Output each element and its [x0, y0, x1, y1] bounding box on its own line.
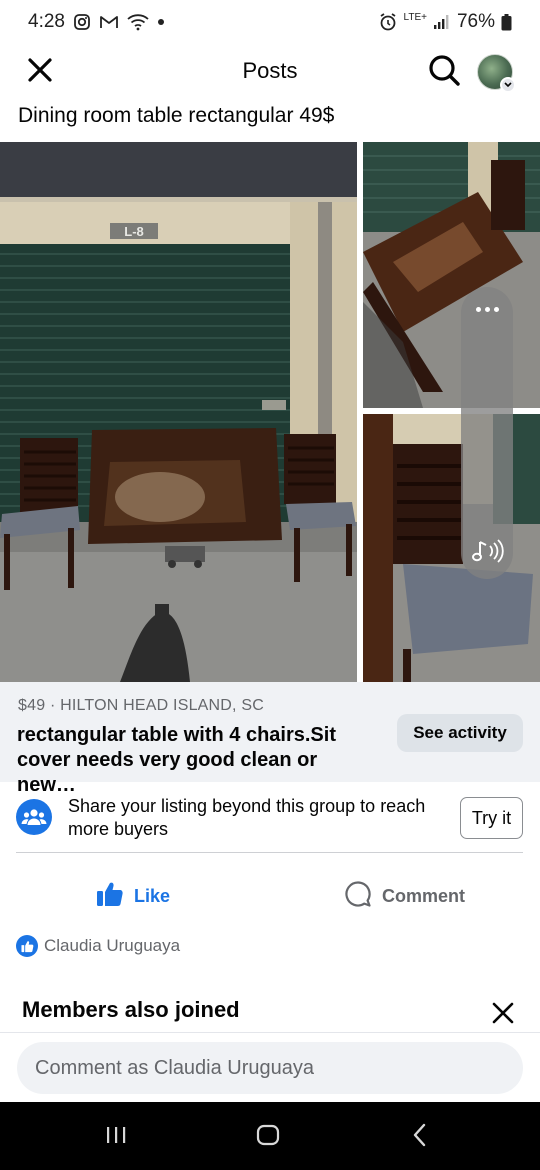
home-icon: [256, 1124, 280, 1151]
alarm-icon: [378, 12, 398, 32]
photo-gallery: L-8: [0, 142, 540, 682]
dismiss-members-button[interactable]: [486, 998, 520, 1032]
comment-bar: [0, 1032, 540, 1102]
battery-icon: [501, 13, 512, 31]
signal-icon: [433, 14, 451, 30]
close-button[interactable]: [22, 54, 58, 90]
more-options-button[interactable]: [461, 293, 513, 325]
comment-input[interactable]: [17, 1042, 523, 1094]
share-prompt-text: Share your listing beyond this group to …: [68, 796, 426, 839]
wifi-icon: [127, 13, 149, 31]
chevron-down-icon: [500, 77, 516, 93]
group-icon: [16, 799, 52, 835]
like-reaction-icon: [16, 935, 38, 957]
see-activity-button[interactable]: See activity: [397, 714, 523, 752]
like-button[interactable]: Like: [96, 878, 170, 914]
home-button[interactable]: [248, 1120, 288, 1154]
status-time: 4:28: [28, 11, 65, 32]
search-button[interactable]: [424, 52, 464, 92]
post-actions: Like Comment: [0, 866, 540, 926]
reactor-name: Claudia Uruguaya: [44, 936, 181, 955]
reaction-summary[interactable]: Claudia Uruguaya: [16, 934, 180, 958]
back-icon: [412, 1123, 428, 1152]
share-listing-row: Share your listing beyond this group to …: [0, 782, 540, 854]
dot-icon: [157, 18, 165, 26]
back-button[interactable]: [400, 1120, 440, 1154]
listing-info-panel: $49 · HILTON HEAD ISLAND, SC rectangular…: [0, 682, 540, 796]
top-app-bar: Posts: [0, 44, 540, 100]
close-icon: [492, 1002, 514, 1029]
members-heading: Members also joined: [22, 997, 240, 1022]
more-icon: [475, 306, 481, 312]
photo-top-right[interactable]: [363, 142, 540, 408]
audio-button[interactable]: [467, 535, 507, 571]
profile-avatar[interactable]: [477, 54, 516, 93]
network-type: LTE+: [403, 12, 427, 23]
close-icon: [27, 57, 53, 88]
recent-apps-icon: [105, 1125, 127, 1150]
comment-label: Comment: [382, 885, 466, 906]
gmail-icon: [99, 14, 119, 30]
instagram-icon: [73, 13, 91, 31]
post-title: Dining room table rectangular 49$: [18, 104, 335, 127]
divider: [16, 852, 523, 853]
price-location: $49 · HILTON HEAD ISLAND, SC: [18, 697, 264, 714]
try-it-button[interactable]: Try it: [460, 797, 523, 839]
music-note-icon: [470, 536, 504, 571]
search-icon: [427, 53, 461, 92]
battery-percent: 76%: [456, 11, 495, 32]
comment-icon: [344, 880, 372, 913]
system-nav-bar: [0, 1102, 540, 1170]
unit-sign-label: L-8: [124, 224, 144, 239]
status-bar: 4:28 LTE+ 76%: [0, 0, 540, 44]
floating-action-pill: [461, 287, 513, 579]
photo-main[interactable]: L-8: [0, 142, 357, 682]
thumbs-up-icon: [96, 880, 124, 913]
recent-apps-button[interactable]: [96, 1120, 136, 1154]
like-label: Like: [134, 885, 171, 906]
photo-bottom-right[interactable]: [363, 414, 540, 682]
comment-button[interactable]: Comment: [344, 878, 465, 914]
